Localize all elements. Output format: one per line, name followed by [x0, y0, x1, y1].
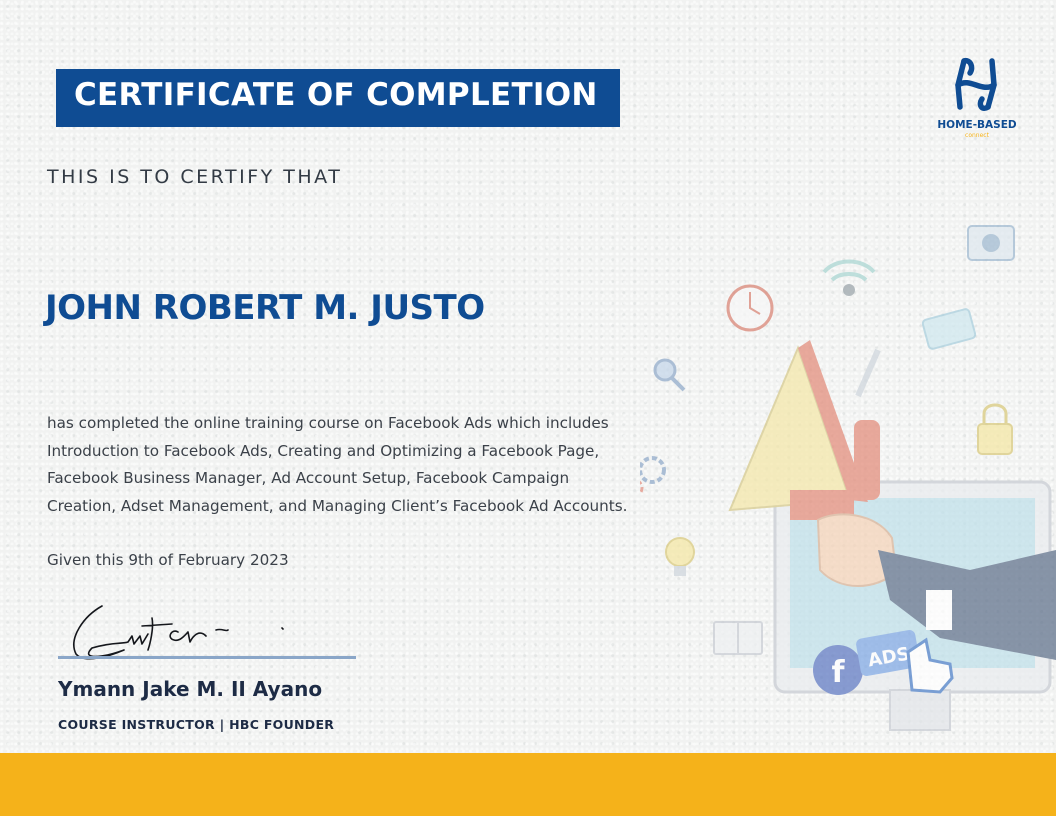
clock-icon [726, 284, 774, 332]
pen-icon [855, 348, 881, 398]
description-line: has completed the online training course… [47, 414, 609, 432]
lock-icon [977, 403, 1013, 455]
gear-icon [640, 456, 666, 496]
wifi-icon [822, 259, 876, 296]
logo-subtext: connect [965, 132, 989, 139]
card-icon [921, 308, 977, 350]
footer-bar [0, 753, 1056, 816]
magnifier-icon [653, 358, 686, 392]
signatory-name: Ymann Jake M. II Ayano [58, 677, 323, 701]
description-line: Facebook Business Manager, Ad Account Se… [47, 469, 570, 487]
book-icon [713, 621, 763, 655]
description-line: Creation, Adset Management, and Managing… [47, 496, 628, 515]
lightbulb-icon [665, 537, 695, 576]
facebook-ads-illustration: f ADS [640, 225, 1056, 731]
signature-line [58, 656, 356, 659]
camera-icon [967, 225, 1015, 261]
course-description: has completed the online training course… [47, 410, 647, 520]
given-date: Given this 9th of February 2023 [47, 551, 289, 569]
logo-name: HOME-BASED [937, 119, 1017, 131]
description-line: Introduction to Facebook Ads, Creating a… [47, 441, 600, 460]
certificate-title-banner: CERTIFICATE OF COMPLETION [56, 69, 620, 127]
certificate-title: CERTIFICATE OF COMPLETION [74, 77, 598, 113]
megaphone-icon [728, 340, 880, 520]
signatory-role: COURSE INSTRUCTOR | HBC FOUNDER [58, 717, 335, 732]
facebook-letter: f [831, 655, 845, 690]
facebook-icon: f [813, 645, 863, 695]
certify-text: THIS IS TO CERTIFY THAT [47, 166, 343, 188]
recipient-name: JOHN ROBERT M. JUSTO [45, 288, 485, 328]
certificate-page: CERTIFICATE OF COMPLETION THIS IS TO CER… [0, 0, 1056, 816]
